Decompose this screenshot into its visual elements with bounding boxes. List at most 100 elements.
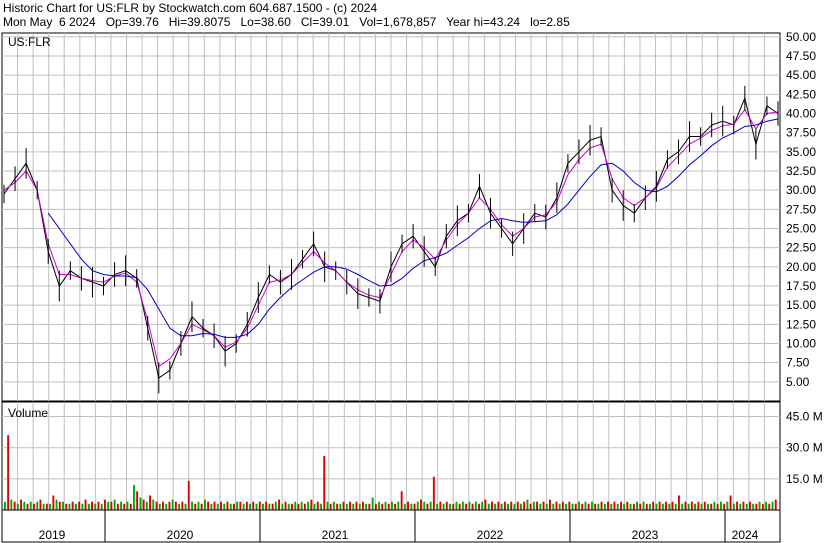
volume-bar	[729, 495, 732, 510]
volume-bar	[45, 503, 48, 510]
volume-bar	[678, 495, 680, 510]
volume-bar	[181, 501, 184, 510]
price-y-tick-label: 25.00	[786, 222, 816, 236]
volume-bar	[326, 501, 329, 510]
volume-bar	[62, 501, 64, 510]
volume-bar	[694, 503, 696, 510]
volume-bar	[7, 435, 10, 510]
volume-bar	[320, 503, 322, 510]
volume-bar	[155, 501, 158, 510]
volume-bar	[626, 501, 629, 510]
volume-bar	[174, 501, 177, 510]
volume-bar	[168, 501, 171, 510]
price-y-tick-label: 22.50	[786, 241, 816, 255]
volume-bar	[345, 503, 348, 510]
volume-bar	[133, 485, 135, 510]
volume-bar	[336, 503, 339, 510]
volume-bar	[329, 503, 332, 510]
volume-bar	[71, 501, 74, 510]
volume-bar	[597, 503, 600, 510]
price-y-tick-label: 17.50	[786, 279, 816, 293]
volume-bar	[233, 503, 235, 510]
volume-bar	[316, 501, 319, 510]
volume-bar	[697, 501, 700, 510]
volume-bar	[291, 503, 293, 510]
volume-bar	[394, 503, 397, 510]
volume-bar	[220, 501, 222, 510]
volume-panel: 45.0 M 30.0 M 15.0 M Volume	[1, 401, 823, 511]
volume-bar	[197, 501, 200, 510]
price-y-tick-label: 50.00	[786, 30, 816, 44]
volume-bar	[120, 501, 122, 510]
volume-bar	[262, 503, 264, 510]
volume-bar	[236, 501, 239, 510]
volume-bar	[552, 503, 555, 510]
volume-bar	[91, 501, 93, 510]
price-y-tick-label: 27.50	[786, 202, 816, 216]
volume-bar	[429, 501, 432, 510]
volume-bar	[191, 501, 193, 510]
volume-bar	[413, 503, 416, 510]
volume-bar	[104, 499, 106, 510]
volume-bar	[671, 501, 674, 510]
volume-bar	[410, 503, 413, 510]
volume-bar	[510, 501, 513, 510]
volume-bar	[607, 501, 609, 510]
volume-bar	[223, 503, 226, 510]
volume-bar	[555, 501, 558, 510]
volume-bar	[484, 499, 487, 510]
volume-bar	[397, 501, 400, 510]
volume-bar	[529, 503, 532, 510]
volume-bar	[13, 501, 16, 510]
price-y-tick-label: 37.50	[786, 126, 816, 140]
volume-bar	[623, 503, 626, 510]
volume-bar	[374, 503, 377, 510]
volume-bar	[332, 501, 335, 510]
volume-bar	[703, 501, 706, 510]
volume-bar	[755, 503, 758, 510]
volume-bar	[139, 497, 142, 510]
price-y-tick-label: 20.00	[786, 260, 816, 274]
volume-bar	[365, 503, 368, 510]
x-axis: 2019 2020 2021 2022 2023 2024	[1, 509, 781, 543]
volume-bar	[75, 503, 77, 510]
volume-bar	[200, 503, 203, 510]
volume-bar	[474, 501, 477, 510]
volume-bar	[765, 501, 767, 510]
volume-bar	[423, 501, 426, 510]
volume-bar	[97, 501, 100, 510]
volume-bar	[471, 503, 474, 510]
volume-bar	[129, 503, 132, 510]
volume-bar	[20, 499, 22, 510]
volume-bar	[542, 501, 545, 510]
volume-bar	[458, 503, 461, 510]
volume-bar	[649, 503, 651, 510]
volume-bar	[162, 501, 164, 510]
volume-bar	[449, 503, 451, 510]
volume-bar	[142, 499, 145, 510]
volume-bar	[652, 501, 655, 510]
volume-bar	[204, 499, 206, 510]
volume-bar	[213, 501, 216, 510]
volume-bar	[491, 501, 493, 510]
volume-bar	[503, 501, 506, 510]
price-y-tick-label: 10.00	[786, 337, 816, 351]
volume-bar	[165, 503, 168, 510]
volume-bar	[384, 501, 387, 510]
price-y-tick-label: 12.50	[786, 317, 816, 331]
volume-bar	[742, 501, 745, 510]
volume-bar	[87, 503, 90, 510]
volume-bar	[207, 501, 210, 510]
volume-bar	[194, 503, 197, 510]
volume-bar	[674, 503, 677, 510]
volume-bar	[249, 503, 251, 510]
volume-bar	[571, 503, 574, 510]
volume-bar	[513, 503, 516, 510]
volume-bar	[4, 501, 6, 510]
volume-bar	[184, 503, 187, 510]
price-y-axis: 50.00 47.50 45.00 42.50 40.00 37.50 35.00 32.50…	[786, 30, 816, 389]
volume-bar	[378, 501, 380, 510]
volume-bar	[55, 499, 58, 510]
volume-bar	[726, 501, 729, 510]
volume-bar	[110, 501, 113, 510]
